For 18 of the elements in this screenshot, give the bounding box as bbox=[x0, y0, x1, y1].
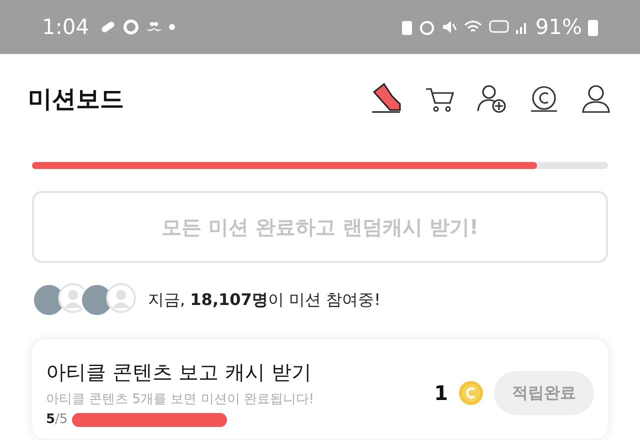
reward-amount: 1 bbox=[434, 381, 448, 405]
coin-icon[interactable] bbox=[528, 83, 560, 115]
battery-icon bbox=[588, 18, 598, 36]
status-time: 1:04 bbox=[42, 15, 90, 39]
coin-icon bbox=[458, 380, 484, 406]
participants-text: 지금, 18,107명이 미션 참여중! bbox=[148, 290, 381, 310]
mute-icon bbox=[441, 19, 458, 35]
page-title: 미션보드 bbox=[28, 84, 124, 115]
mission-title: 아티클 콘텐츠 보고 캐시 받기 bbox=[46, 359, 312, 386]
mission-count: 5/5 bbox=[46, 412, 68, 427]
battery-saver-icon bbox=[401, 19, 414, 35]
default-avatar-icon bbox=[106, 283, 136, 313]
mustache-icon bbox=[145, 21, 164, 33]
mission-description: 아티클 콘텐츠 5개를 보면 미션이 완료됩니다! bbox=[46, 391, 316, 408]
profile-icon[interactable] bbox=[580, 83, 612, 115]
battery-percent: 91% bbox=[535, 15, 582, 39]
add-friend-icon[interactable] bbox=[476, 83, 508, 115]
dot-icon bbox=[169, 24, 176, 30]
